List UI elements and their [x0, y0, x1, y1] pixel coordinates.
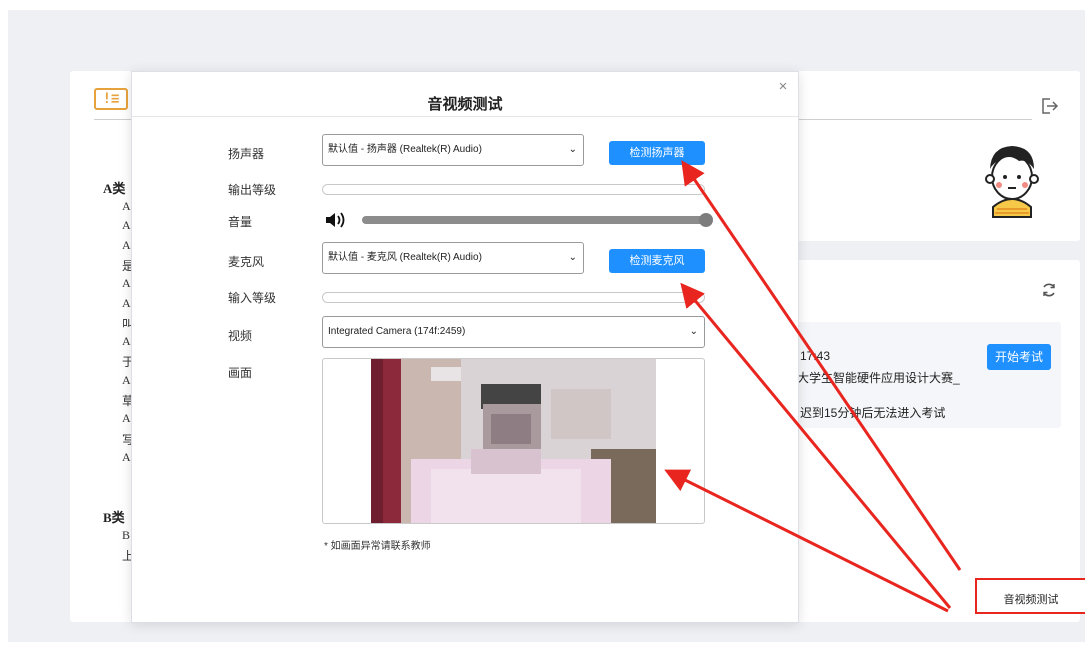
exam-late-notice: 迟到15分钟后无法进入考试	[800, 406, 946, 420]
speaker-volume-icon	[326, 212, 345, 228]
chevron-down-icon: ⌄	[568, 252, 577, 263]
notice-icon: !≡	[94, 88, 128, 110]
dialog-title: 音视频测试	[427, 96, 503, 113]
exam-time: 17:43	[800, 349, 831, 363]
output-level-meter	[322, 184, 705, 195]
volume-slider[interactable]	[362, 213, 713, 227]
speaker-label: 扬声器	[228, 147, 265, 161]
logout-icon[interactable]	[1039, 96, 1059, 116]
av-test-button[interactable]: 音视频测试	[975, 578, 1085, 614]
input-level-label: 输入等级	[228, 291, 277, 305]
question-item[interactable]: A	[122, 218, 131, 233]
divider	[94, 119, 132, 120]
question-item[interactable]: B	[122, 528, 130, 543]
volume-label: 音量	[228, 215, 253, 229]
question-item[interactable]: A	[122, 296, 131, 311]
output-level-label: 输出等级	[228, 183, 277, 197]
camera-preview	[322, 358, 705, 524]
test-mic-button[interactable]: 检测麦克风	[609, 249, 705, 273]
divider	[797, 119, 1032, 120]
input-level-meter	[322, 292, 705, 303]
camera-preview-image	[371, 359, 656, 523]
question-item[interactable]: A	[122, 334, 131, 349]
preview-label: 画面	[228, 366, 253, 380]
chevron-down-icon: ⌄	[568, 144, 577, 155]
start-exam-button[interactable]: 开始考试	[987, 344, 1051, 370]
category-heading: B类	[103, 510, 125, 525]
video-select-value: Integrated Camera (174f:2459)	[328, 326, 466, 337]
mic-select[interactable]: 默认值 - 麦克风 (Realtek(R) Audio) ⌄	[322, 242, 584, 274]
close-icon[interactable]: ×	[776, 78, 790, 95]
exam-list-panel	[797, 260, 1080, 622]
speaker-select[interactable]: 默认值 - 扬声器 (Realtek(R) Audio) ⌄	[322, 134, 584, 166]
question-item[interactable]: A	[122, 373, 131, 388]
video-label: 视频	[228, 329, 253, 343]
question-item[interactable]: A	[122, 238, 131, 253]
chevron-down-icon: ⌄	[689, 326, 698, 337]
av-test-dialog: 音视频测试 × 扬声器 默认值 - 扬声器 (Realtek(R) Audio)…	[131, 71, 799, 623]
speaker-select-value: 默认值 - 扬声器 (Realtek(R) Audio)	[328, 144, 482, 155]
question-item[interactable]: A	[122, 199, 131, 214]
preview-note: * 如画面异常请联系教师	[324, 541, 431, 552]
volume-slider-thumb[interactable]	[699, 213, 713, 227]
exam-name: 大学生智能硬件应用设计大赛_	[797, 371, 960, 385]
volume-slider-fill	[362, 216, 706, 224]
test-speaker-button[interactable]: 检测扬声器	[609, 141, 705, 165]
mic-label: 麦克风	[228, 255, 265, 269]
dialog-header-divider	[132, 116, 798, 117]
video-select[interactable]: Integrated Camera (174f:2459) ⌄	[322, 316, 705, 348]
category-heading: A类	[103, 181, 126, 196]
refresh-icon[interactable]	[1040, 281, 1058, 299]
question-item[interactable]: A	[122, 450, 131, 465]
question-item[interactable]: A	[122, 411, 131, 426]
avatar	[985, 146, 1039, 218]
question-item[interactable]: A	[122, 276, 131, 291]
mic-select-value: 默认值 - 麦克风 (Realtek(R) Audio)	[328, 252, 482, 263]
